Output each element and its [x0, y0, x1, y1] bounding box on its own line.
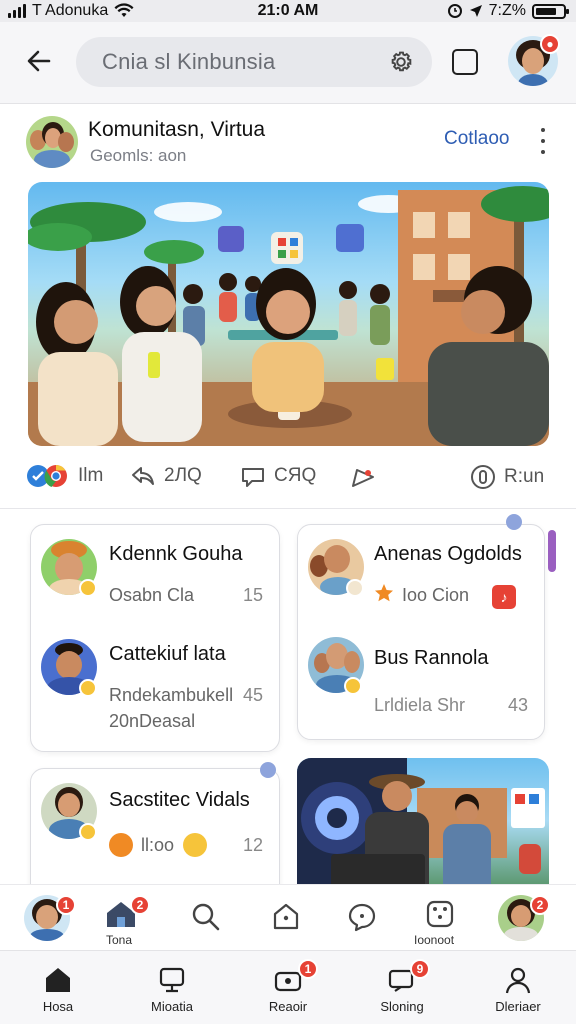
- monitor-icon: [159, 967, 185, 993]
- shortcut-label: Tona: [106, 933, 133, 947]
- group-subtitle: Rndekambukell: [109, 685, 234, 705]
- group-count: 43: [508, 695, 529, 715]
- nav-media[interactable]: Mioatia: [122, 951, 222, 1024]
- video-illustration: [297, 758, 545, 898]
- comment-count: CЯQ: [274, 465, 317, 486]
- nav-label: Mioatia: [151, 999, 193, 1014]
- status-right: 7:Z%: [447, 2, 569, 20]
- post-action-bar: Ilm 2ЛQ CЯQ R:un: [0, 456, 576, 500]
- chrome-reaction-icon: [44, 465, 67, 487]
- search-icon: [192, 903, 220, 931]
- search-bar[interactable]: Cnia sl Kinbunsia: [76, 37, 432, 87]
- group-avatar: [41, 539, 97, 597]
- notification-badge: 2: [130, 895, 150, 915]
- angry-emoji-icon: [109, 833, 133, 857]
- shortcuts-row: 1 2 Tona Ioonoot 2: [0, 884, 576, 950]
- smile-emoji-icon: [183, 833, 207, 857]
- notification-badge: ●: [540, 34, 560, 54]
- back-button[interactable]: [22, 44, 56, 78]
- video-thumbnail[interactable]: [297, 758, 549, 898]
- post-subtitle: Geomls: aon: [90, 146, 187, 165]
- back-arrow-icon: [27, 50, 51, 72]
- music-app-icon: ♪: [492, 585, 516, 609]
- nav-record[interactable]: 1 Reaoir: [238, 951, 338, 1024]
- group-avatar: [41, 639, 97, 697]
- notification-badge: 1: [56, 895, 76, 915]
- save-button[interactable]: R:un: [470, 464, 544, 490]
- group-count: 12: [243, 835, 264, 855]
- group-avatar: [308, 637, 364, 695]
- comment-bubble-icon: [242, 468, 264, 487]
- pin-dot: [506, 514, 522, 530]
- dice-icon: [426, 900, 454, 928]
- bottom-navigation: Hosa Mioatia 1 Reaoir 9 Sloning Dleriaer: [0, 950, 576, 1024]
- shortcut-friend[interactable]: 2: [498, 885, 550, 941]
- notification-badge: 9: [410, 959, 430, 979]
- chat-bubble-icon: [348, 903, 376, 932]
- notification-badge: 2: [530, 895, 550, 915]
- group-avatar: [308, 539, 364, 597]
- scroll-indicator[interactable]: [548, 530, 556, 572]
- group-card[interactable]: Kdennk Gouha Osabn Cla 15 Cattekiuf lata…: [30, 524, 280, 752]
- send-icon: [352, 469, 374, 487]
- group-name: Anenas Ogdolds: [374, 543, 522, 565]
- group-name: Kdennk Gouha: [109, 543, 243, 565]
- house-outline-icon: [273, 903, 299, 930]
- reactions-button[interactable]: Ilm: [26, 464, 103, 488]
- group-name: Cattekiuf lata: [109, 643, 226, 665]
- top-header: Cnia sl Kinbunsia ●: [0, 22, 576, 104]
- follow-link[interactable]: Cotlaoo: [444, 128, 510, 150]
- group-name: Sacstitec Vidals: [109, 789, 250, 811]
- more-options-button[interactable]: [534, 128, 552, 154]
- group-subtitle: ll:oo: [141, 835, 175, 855]
- window-square-button[interactable]: [452, 49, 478, 75]
- gear-icon[interactable]: [388, 49, 414, 75]
- avatar: [26, 116, 78, 168]
- nav-profile[interactable]: Dleriaer: [468, 951, 568, 1024]
- group-subtitle: Osabn Cla: [109, 585, 195, 605]
- save-circle-icon: [471, 465, 495, 489]
- nav-label: Sloning: [380, 999, 424, 1014]
- section-divider: [0, 508, 576, 509]
- notification-badge: 1: [298, 959, 318, 979]
- group-subtitle: Lrldiela Shr: [374, 695, 466, 715]
- group-card[interactable]: Anenas Ogdolds Ioo Cion ♪ Bus Rannola Lr…: [297, 524, 545, 740]
- app-screen: T Adonuka 21:0 AM 7:Z% Cnia sl Kinbunsia: [0, 0, 576, 1024]
- battery-icon: [532, 3, 569, 19]
- share-count: 2ЛQ: [164, 465, 202, 486]
- hero-illustration: [28, 186, 549, 446]
- share-button[interactable]: 2ЛQ: [130, 464, 202, 488]
- group-name: Bus Rannola: [374, 647, 489, 669]
- star-icon: [375, 584, 393, 602]
- alarm-icon: [447, 4, 462, 18]
- reaction-count: Ilm: [78, 465, 104, 486]
- group-count: 45: [243, 685, 264, 705]
- battery-percent: 7:Z%: [488, 2, 526, 19]
- nav-label: Dleriaer: [495, 999, 541, 1014]
- nav-label: Reaoir: [268, 999, 308, 1014]
- save-label: R:un: [504, 466, 545, 487]
- status-bar: T Adonuka 21:0 AM 7:Z%: [0, 0, 576, 22]
- group-subtitle: Ioo Cion: [402, 585, 470, 605]
- person-icon: [505, 967, 531, 994]
- post-title: Komunitasn, Virtua: [88, 118, 266, 141]
- search-query: Cnia sl Kinbunsia: [102, 49, 276, 74]
- location-icon: [469, 5, 482, 17]
- post-hero-image[interactable]: [28, 182, 549, 446]
- group-count: 15: [243, 585, 264, 605]
- share-arrow-icon: [132, 467, 154, 485]
- group-subtitle-2: 20nDeasal: [109, 711, 196, 731]
- home-filled-icon: [46, 968, 70, 992]
- nav-home[interactable]: Hosa: [8, 951, 108, 1024]
- community-avatar[interactable]: [26, 116, 78, 168]
- pin-dot: [260, 762, 276, 778]
- shortcut-profile[interactable]: 1: [24, 885, 76, 941]
- shortcut-label: Ioonoot: [414, 933, 455, 947]
- comment-button[interactable]: CЯQ: [240, 464, 316, 488]
- nav-messages[interactable]: 9 Sloning: [352, 951, 452, 1024]
- group-avatar: [41, 783, 97, 841]
- profile-avatar[interactable]: ●: [508, 34, 560, 86]
- send-button[interactable]: [350, 464, 378, 490]
- nav-label: Hosa: [42, 999, 74, 1014]
